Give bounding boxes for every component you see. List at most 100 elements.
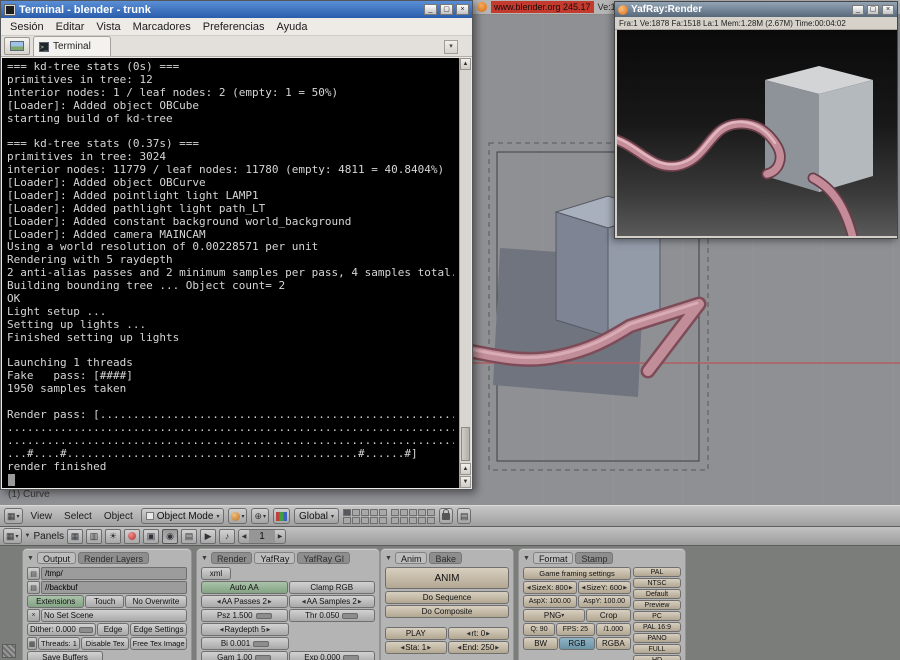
draw-type-dropdown[interactable]: ▾ (228, 508, 248, 524)
orientation-dropdown[interactable]: Global ▾ (294, 508, 339, 524)
tab-bake[interactable]: Bake (429, 552, 462, 564)
terminal-menu-item[interactable]: Vista (90, 21, 126, 33)
xml-toggle[interactable]: xml (201, 567, 231, 580)
layer-cell[interactable] (342, 516, 351, 524)
format-preset-button[interactable]: Preview (633, 600, 681, 610)
terminal-screen[interactable]: === kd-tree stats (0s) === primitives in … (2, 58, 459, 488)
auto-aa-toggle[interactable]: Auto AA (201, 581, 288, 594)
layer-cell[interactable] (417, 516, 426, 524)
layer-cell[interactable] (369, 508, 378, 516)
menu-select[interactable]: Select (60, 511, 96, 522)
extensions-toggle[interactable]: Extensions (27, 595, 85, 608)
output-path-field[interactable]: /tmp/ (41, 567, 187, 580)
aa-samples-number[interactable]: ◀ AA Samples 2 ▶ (288, 595, 375, 608)
scroll-thumb[interactable] (461, 427, 470, 461)
maximize-button[interactable]: ▢ (440, 4, 453, 15)
layer-cell[interactable] (417, 508, 426, 516)
layer-cell[interactable] (369, 516, 378, 524)
rgb-toggle[interactable]: RGB (559, 637, 595, 650)
panel-collapse-icon[interactable]: ▼ (523, 555, 530, 562)
layer-cell[interactable] (342, 508, 351, 516)
format-preset-button[interactable]: PAL (633, 567, 681, 577)
tab-list-icon[interactable]: ▾ (444, 40, 458, 54)
fps-number[interactable]: FPS: 25 (556, 623, 595, 636)
tab-format[interactable]: Format (532, 552, 574, 564)
layer-cell[interactable] (399, 508, 408, 516)
no-overwrite-toggle[interactable]: No Overwrite (125, 595, 187, 608)
window-type-dropdown[interactable]: ▦ ▾ (3, 528, 22, 544)
panel-collapse-icon[interactable]: ▼ (27, 555, 34, 562)
frame-next-icon[interactable]: ▶ (275, 533, 285, 540)
game-framing-button[interactable]: Game framing settings (523, 567, 631, 580)
yafray-render-window[interactable]: YafRay:Render _ ▢ × Fra:1 Ve:1878 Fa:151… (605, 1, 898, 244)
tab-yafray[interactable]: YafRay (254, 552, 296, 564)
new-tab-button[interactable] (4, 37, 30, 55)
panels-menu[interactable]: ▼ Panels (25, 531, 65, 542)
terminal-menu-item[interactable]: Sesión (4, 21, 50, 33)
dither-slider[interactable]: Dither: 0.000 (27, 623, 96, 636)
bias-slider[interactable]: Bi 0.001 (201, 637, 289, 650)
raydepth-number[interactable]: ◀ Raydepth 5 ▶ (201, 623, 289, 636)
layer-cell[interactable] (390, 508, 399, 516)
asp-x-number[interactable]: AspX: 100.00 (523, 595, 577, 608)
terminal-titlebar[interactable]: Terminal - blender - trunk _ ▢ × (1, 1, 472, 18)
gamma-slider[interactable]: Gam 1.00 (201, 651, 288, 660)
layer-cell[interactable] (399, 516, 408, 524)
tab-stamp[interactable]: Stamp (575, 552, 614, 564)
object-mode-dropdown[interactable]: Object Mode ▾ (140, 508, 225, 524)
do-composite-toggle[interactable]: Do Composite (385, 605, 509, 618)
scroll-down-button[interactable]: ▼ (460, 476, 471, 488)
terminal-window[interactable]: Terminal - blender - trunk _ ▢ × Sesión E… (0, 0, 473, 490)
terminal-menu-item[interactable]: Ayuda (271, 21, 314, 33)
exposure-slider[interactable]: Exp 0.000 (288, 651, 375, 660)
format-preset-button[interactable]: FULL (633, 644, 681, 654)
terminal-menu-item[interactable]: Marcadores (127, 21, 197, 33)
context-script-icon[interactable]: ▥ (86, 528, 103, 544)
layer-cell[interactable] (351, 516, 360, 524)
play-button[interactable]: PLAY (385, 627, 447, 640)
format-preset-button[interactable]: PANO (633, 633, 681, 643)
pivot-dropdown[interactable]: ⊕ ▾ (251, 508, 270, 524)
frame-number-field[interactable]: ◀ 1 ▶ (238, 528, 287, 544)
tab-yafray-gi[interactable]: YafRay GI (297, 552, 351, 564)
set-scene-dropdown[interactable]: No Set Scene (41, 609, 187, 622)
quality-number[interactable]: Q: 90 (523, 623, 556, 636)
format-preset-button[interactable]: PC (633, 611, 681, 621)
context-scene-icon[interactable]: ◉ (162, 528, 179, 544)
edge-settings-button[interactable]: Edge Settings (130, 623, 187, 636)
terminal-menu-item[interactable]: Editar (50, 21, 91, 33)
panel-collapse-icon[interactable]: ▼ (201, 555, 208, 562)
render-preview-button[interactable]: ▤ (456, 508, 472, 524)
format-preset-button[interactable]: PAL 16:9 (633, 622, 681, 632)
layer-cell[interactable] (426, 516, 435, 524)
threads-number[interactable]: Threads: 1 (38, 637, 80, 650)
clamp-rgb-toggle[interactable]: Clamp RGB (288, 581, 375, 594)
context-logic-icon[interactable]: ▦ (67, 528, 84, 544)
scene-link-icon[interactable]: × (27, 609, 40, 622)
fps-base-number[interactable]: /1.000 (595, 623, 631, 636)
menu-object[interactable]: Object (100, 511, 137, 522)
threshold-slider[interactable]: Thr 0.050 (288, 609, 375, 622)
layer-cell[interactable] (408, 516, 417, 524)
close-button[interactable]: × (456, 4, 469, 15)
touch-toggle[interactable]: Touch (85, 595, 124, 608)
tab-render-layers[interactable]: Render Layers (77, 552, 150, 564)
yafray-titlebar[interactable]: YafRay:Render _ ▢ × (615, 2, 897, 17)
rt-number[interactable]: ◀ rt: 0 ▶ (447, 627, 509, 640)
bw-toggle[interactable]: BW (523, 637, 559, 650)
terminal-menu-item[interactable]: Preferencias (197, 21, 271, 33)
minimize-button[interactable]: _ (852, 4, 864, 15)
subcontext-sound-icon[interactable]: ♪ (219, 528, 236, 544)
threads-icon[interactable]: ▦ (27, 637, 37, 650)
layer-buttons-right[interactable] (390, 508, 435, 524)
folder-icon[interactable]: ▤ (27, 567, 40, 580)
edge-toggle[interactable]: Edge (96, 623, 130, 636)
layer-cell[interactable] (351, 508, 360, 516)
terminal-tab[interactable]: >_ Terminal (33, 36, 111, 56)
start-frame-number[interactable]: ◀ Sta: 1 ▶ (385, 641, 447, 654)
asp-y-number[interactable]: AspY: 100.00 (577, 595, 631, 608)
manipulator-toggle[interactable] (273, 508, 291, 524)
backbuf-path-field[interactable]: //backbuf (41, 581, 187, 594)
size-y-number[interactable]: ◀ SizeY: 600 ▶ (577, 581, 631, 594)
layer-cell[interactable] (426, 508, 435, 516)
